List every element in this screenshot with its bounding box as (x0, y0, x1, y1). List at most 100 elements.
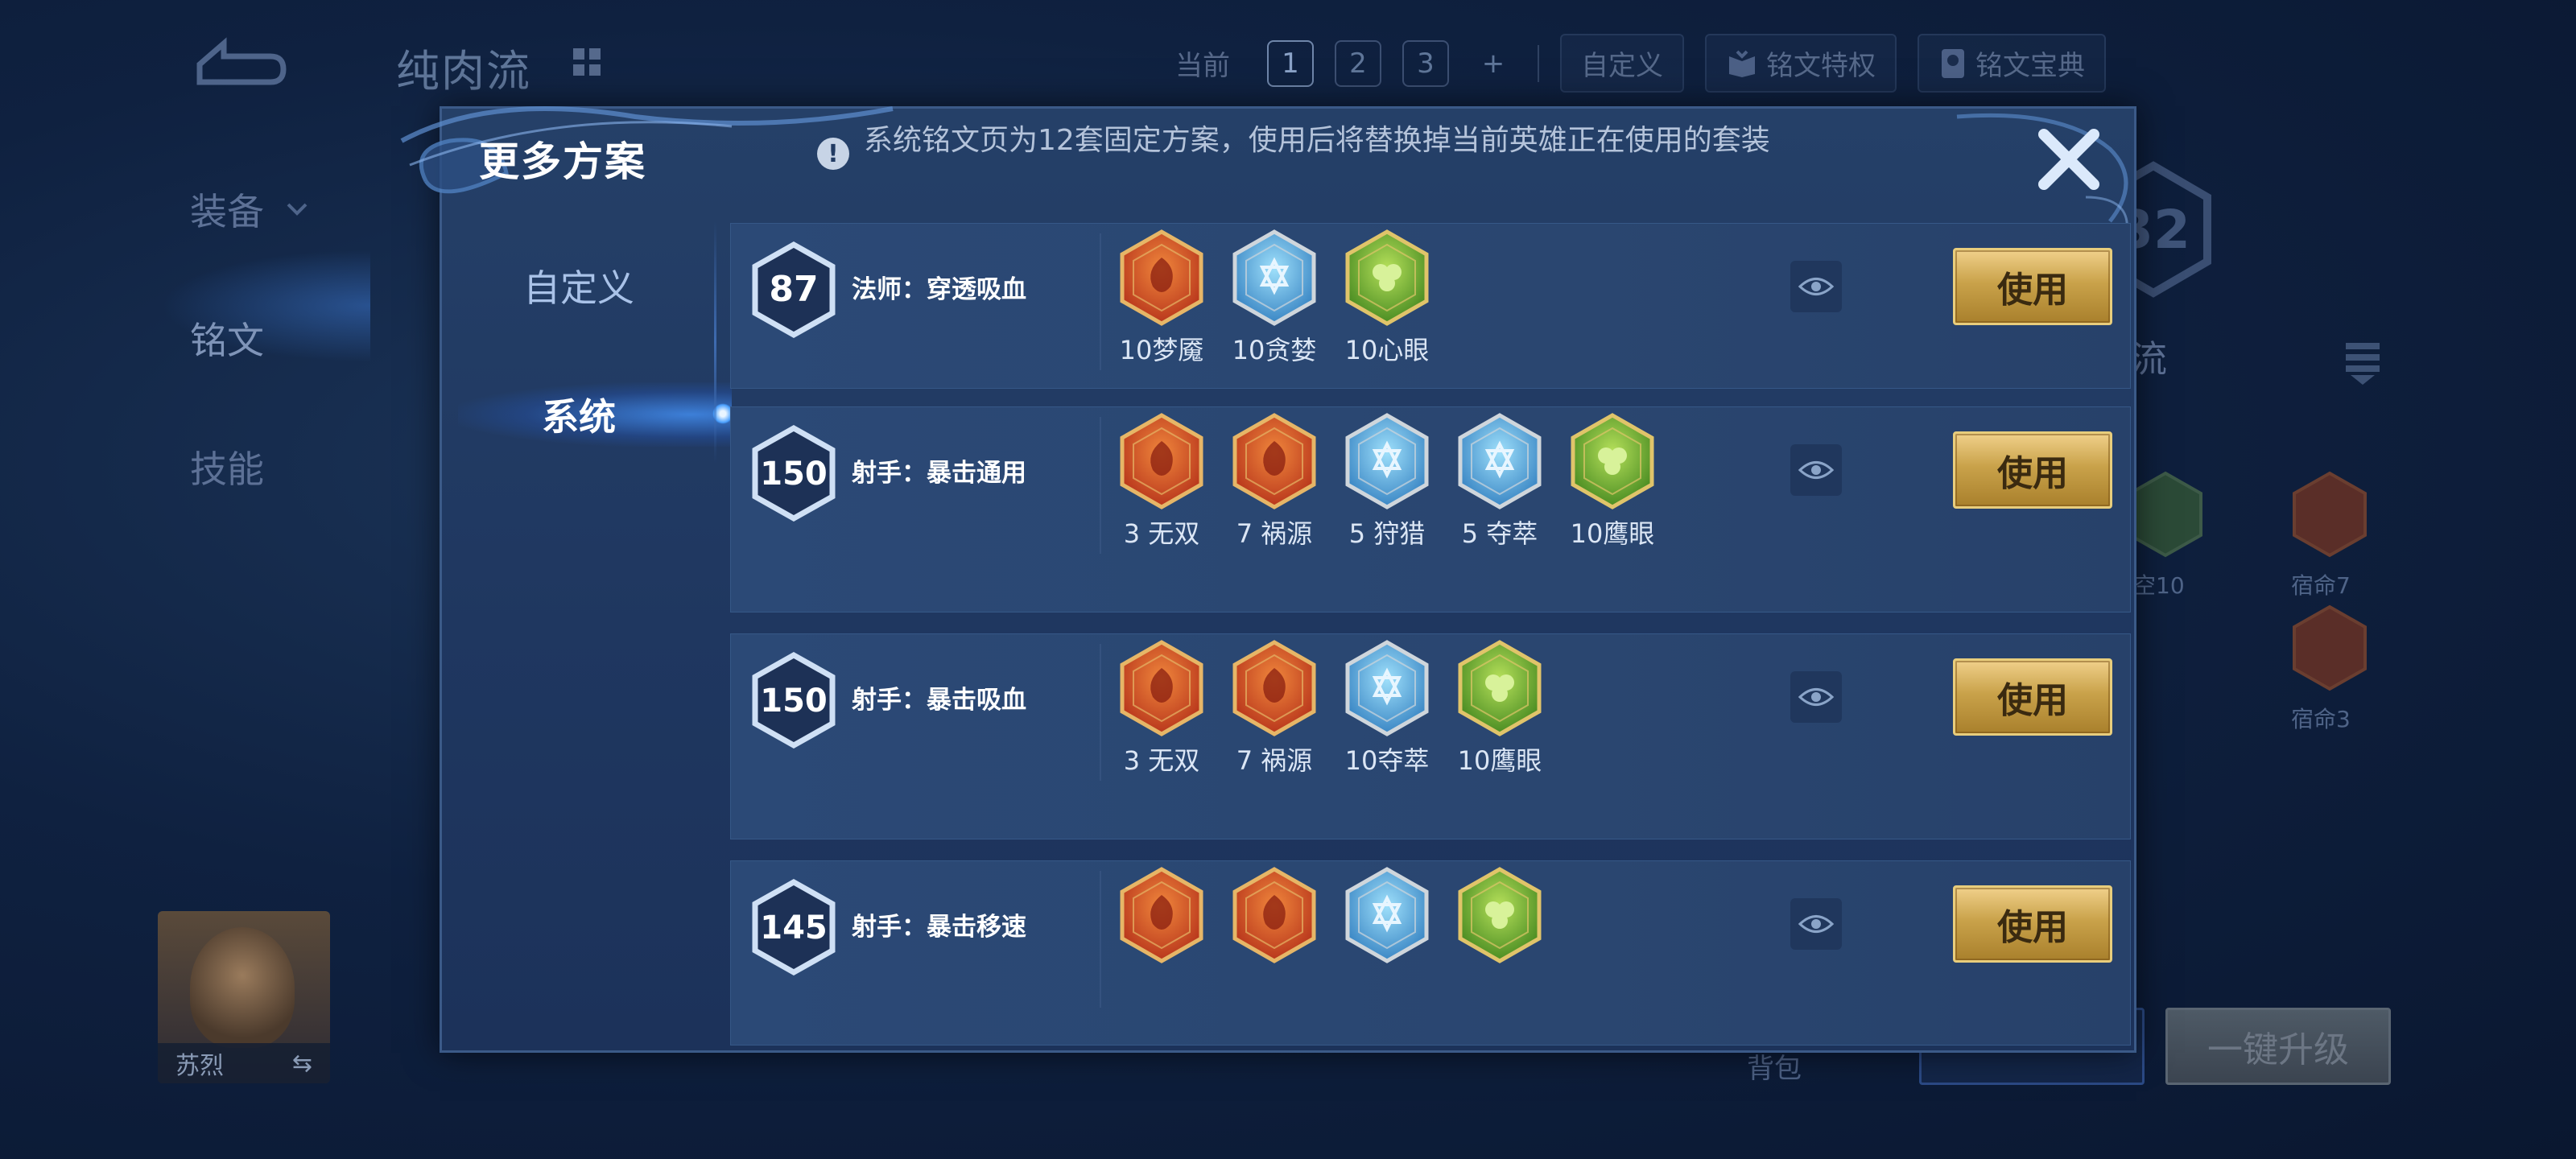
rune-label: 5 夺萃 (1461, 518, 1538, 549)
use-button[interactable]: 使用 (1953, 885, 2112, 963)
eye-icon (1798, 278, 1835, 295)
page-title: 纯肉流 (396, 46, 531, 97)
scheme-name: 射手：暴击移速 (852, 913, 1026, 942)
rune-green-icon (1345, 229, 1429, 326)
codex-icon (1942, 48, 1964, 78)
hero-card[interactable]: 苏烈 ⇆ (158, 911, 330, 1083)
side-divider (714, 221, 716, 463)
rune-label: 7 祸源 (1236, 518, 1313, 549)
rune-label: 5 狩猎 (1348, 518, 1426, 549)
scheme-row: 150 射手：暴击吸血 3 无双 7 祸源 10夺萃 10鹰眼 使用 (730, 633, 2131, 839)
scheme-name: 射手：暴击吸血 (852, 686, 1026, 715)
rune-red-icon (1120, 229, 1203, 326)
level-value: 150 (760, 456, 828, 493)
rune-item[interactable] (1117, 866, 1206, 967)
rune-set: 3 无双 7 祸源 10夺萃 10鹰眼 (1117, 639, 1544, 777)
rune-privilege-button[interactable]: 铭文特权 (1705, 34, 1897, 93)
rune-label: 3 无双 (1123, 745, 1200, 776)
rune-item[interactable]: 7 祸源 (1230, 412, 1319, 551)
rune-green-icon (1458, 867, 1542, 963)
rune-green-icon (1458, 640, 1542, 736)
nav-item-equipment[interactable]: 装备 (190, 145, 309, 274)
page-tab-2[interactable]: 2 (1335, 39, 1381, 87)
rune-blue-icon (1458, 413, 1542, 509)
close-icon[interactable] (2033, 123, 2105, 196)
preview-button[interactable] (1790, 261, 1842, 312)
eye-icon (1798, 461, 1835, 479)
swap-icon[interactable]: ⇆ (292, 1050, 312, 1078)
level-value: 150 (760, 683, 828, 720)
rune-red-icon (1232, 867, 1316, 963)
hero-name: 苏烈 (175, 1052, 224, 1080)
rune-set (1117, 866, 1544, 967)
preview-button[interactable] (1790, 671, 1842, 723)
rune-item[interactable]: 5 狩猎 (1343, 412, 1431, 551)
nav-item-skill[interactable]: 技能 (190, 402, 309, 531)
back-arrow-icon[interactable] (184, 32, 288, 89)
bg-rune-label: 空10 (2133, 572, 2185, 599)
list-menu-icon[interactable] (2343, 338, 2383, 386)
row-divider (1100, 233, 1101, 370)
use-button[interactable]: 使用 (1953, 431, 2112, 509)
rune-label: 3 无双 (1123, 518, 1200, 549)
rune-item[interactable]: 7 祸源 (1230, 639, 1319, 777)
rune-blue-icon (1345, 413, 1429, 509)
use-button[interactable]: 使用 (1953, 248, 2112, 325)
rune-item[interactable]: 10鹰眼 (1568, 412, 1657, 551)
page-tab-3[interactable]: 3 (1402, 39, 1449, 87)
rune-item[interactable]: 10心眼 (1343, 229, 1431, 367)
rune-item[interactable]: 10贪婪 (1230, 229, 1319, 367)
rune-set: 10梦魇 10贪婪 10心眼 (1117, 229, 1431, 367)
rune-page-tabs: 当前 1 2 3 + 自定义 铭文特权 铭文宝典 (1159, 34, 2106, 93)
tab-system[interactable]: 系统 (442, 350, 733, 479)
preview-button[interactable] (1790, 444, 1842, 496)
more-schemes-dialog: 更多方案 ! 系统铭文页为12套固定方案，使用后将替换掉当前英雄正在使用的套装 … (400, 106, 2136, 1053)
rune-item[interactable] (1343, 866, 1431, 967)
rune-codex-button[interactable]: 铭文宝典 (1918, 34, 2106, 93)
rune-blue-icon (1345, 867, 1429, 963)
side-tabs: 自定义 系统 (442, 221, 733, 479)
dialog-title: 更多方案 (479, 138, 646, 185)
rune-blue-icon (1345, 640, 1429, 736)
nav-item-rune[interactable]: 铭文 (190, 274, 309, 402)
rune-privilege-label: 铭文特权 (1766, 50, 1876, 82)
notice: ! 系统铭文页为12套固定方案，使用后将替换掉当前英雄正在使用的套装 (817, 126, 1799, 170)
left-nav: 装备 铭文 技能 (190, 145, 309, 531)
tab-custom[interactable]: 自定义 (442, 221, 716, 350)
one-click-upgrade-button[interactable]: 一键升级 (2165, 1008, 2391, 1085)
add-page-button[interactable]: + (1470, 40, 1517, 87)
level-badge: 150 (752, 652, 836, 749)
row-divider (1100, 871, 1101, 1008)
rune-item[interactable]: 10夺萃 (1343, 639, 1431, 777)
current-label: 当前 (1175, 50, 1230, 82)
bg-rune-label: 宿命3 (2291, 706, 2351, 732)
use-button[interactable]: 使用 (1953, 658, 2112, 736)
rune-item[interactable]: 5 夺萃 (1455, 412, 1544, 551)
hero-portrait (190, 927, 295, 1048)
eye-icon (1798, 915, 1835, 933)
preview-button[interactable] (1790, 898, 1842, 950)
nav-item-label: 装备 (190, 190, 264, 233)
rune-item[interactable]: 10梦魇 (1117, 229, 1206, 367)
bg-green-rune-icon (2128, 471, 2202, 558)
level-badge: 87 (752, 241, 836, 338)
grid-icon[interactable] (564, 40, 612, 85)
custom-button[interactable]: 自定义 (1560, 34, 1684, 93)
rune-item[interactable] (1455, 866, 1544, 967)
hero-name-bar: 苏烈 ⇆ (158, 1043, 330, 1083)
rune-item[interactable]: 10鹰眼 (1455, 639, 1544, 777)
rune-blue-icon (1232, 229, 1316, 326)
rune-label: 10贪婪 (1232, 335, 1317, 365)
rune-red-icon (1120, 867, 1203, 963)
book-icon (1729, 50, 1755, 77)
bg-rune-label: 宿命7 (2291, 572, 2351, 599)
rune-label: 10梦魇 (1119, 335, 1204, 365)
rune-item[interactable]: 3 无双 (1117, 412, 1206, 551)
rune-item[interactable]: 3 无双 (1117, 639, 1206, 777)
rune-red-icon (1120, 640, 1203, 736)
page-tab-1[interactable]: 1 (1267, 39, 1314, 87)
scheme-row: 87 法师：穿透吸血 10梦魇 10贪婪 10心眼 使用 (730, 223, 2131, 389)
nav-item-label: 铭文 (190, 319, 264, 362)
row-divider (1100, 417, 1101, 554)
rune-item[interactable] (1230, 866, 1319, 967)
